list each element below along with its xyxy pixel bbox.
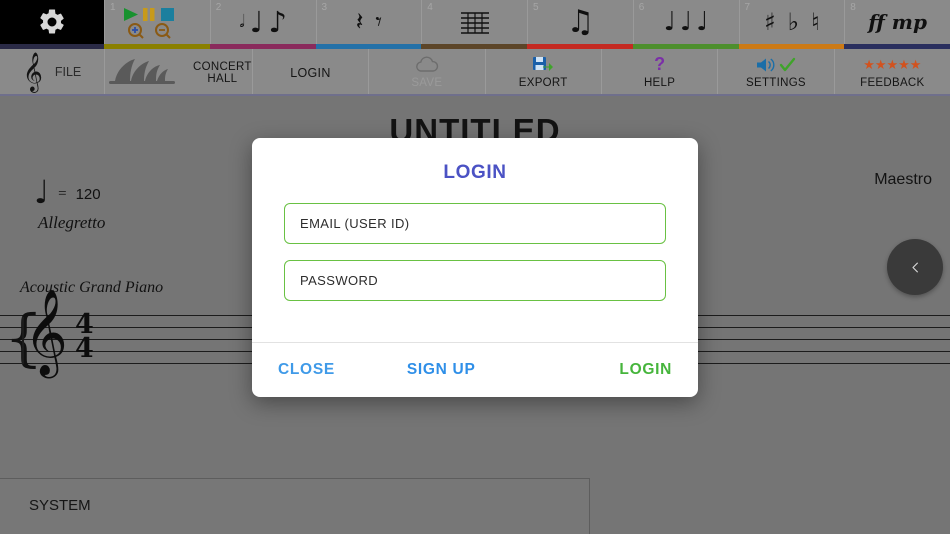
login-dialog-actions: CLOSE SIGN UP LOGIN: [252, 343, 698, 397]
login-submit-button[interactable]: LOGIN: [619, 361, 672, 379]
login-dialog: LOGIN EMAIL (USER ID) PASSWORD CLOSE SIG…: [252, 138, 698, 397]
email-field-placeholder: EMAIL (USER ID): [300, 216, 410, 231]
login-dialog-fields: EMAIL (USER ID) PASSWORD: [252, 184, 698, 317]
login-dialog-title: LOGIN: [443, 162, 507, 183]
password-field-placeholder: PASSWORD: [300, 273, 379, 288]
email-field[interactable]: EMAIL (USER ID): [284, 203, 666, 244]
close-button[interactable]: CLOSE: [278, 361, 335, 379]
password-field[interactable]: PASSWORD: [284, 260, 666, 301]
sign-up-button[interactable]: SIGN UP: [407, 361, 476, 379]
app-root: UNTITLED ♩ = 120 Allegretto Maestro Acou…: [0, 0, 950, 534]
